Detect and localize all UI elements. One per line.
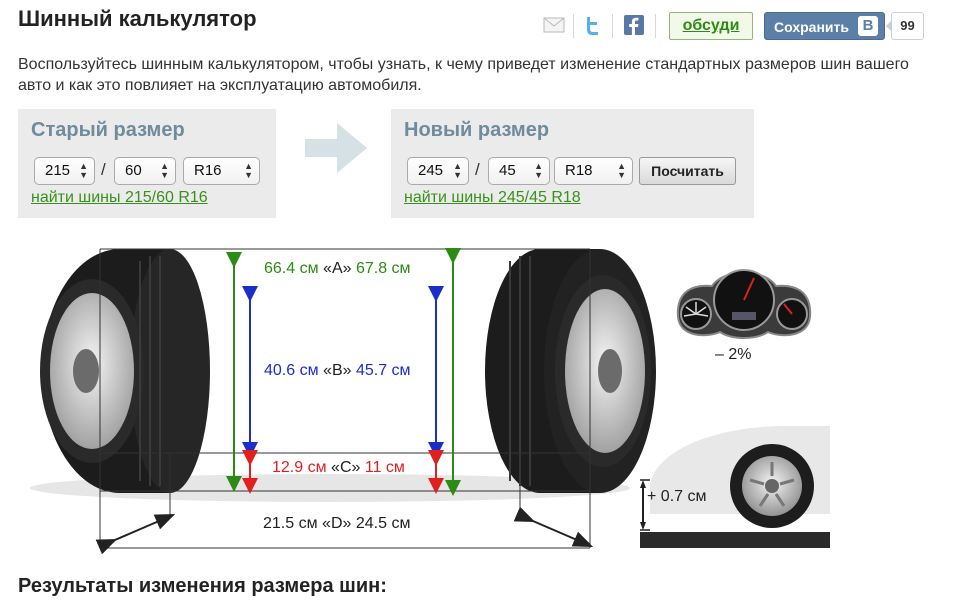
- new-profile-select[interactable]: 45 ▲ ▼: [488, 157, 550, 185]
- dimension-c-old: 12.9 см: [272, 459, 327, 476]
- old-profile-select[interactable]: 60 ▲ ▼: [114, 157, 176, 185]
- speedometer-icon: [676, 269, 812, 339]
- dimension-c-name: «C»: [331, 459, 361, 476]
- dimension-d-new: 24.5 см: [355, 515, 411, 532]
- dimension-a-old: 66.4 см: [264, 260, 319, 277]
- vk-save-button[interactable]: Сохранить В: [764, 12, 885, 40]
- car-clearance-image: [640, 426, 830, 548]
- share-divider: [655, 14, 656, 38]
- new-rim-select[interactable]: R18 ▲ ▼: [554, 157, 633, 185]
- discuss-button[interactable]: обсуди: [669, 12, 753, 40]
- right-arrow-icon: [305, 123, 367, 178]
- size-separator: /: [475, 160, 480, 179]
- share-divider: [612, 14, 613, 38]
- dimension-b-name: «B»: [323, 362, 352, 379]
- old-size-panel: Старый размер 215 ▲ ▼ / 60 ▲ ▼ R16 ▲ ▼ найт…: [18, 109, 276, 218]
- select-arrows-icon: ▲ ▼: [534, 161, 543, 180]
- old-size-heading: Старый размер: [31, 119, 185, 141]
- old-width-select[interactable]: 215 ▲ ▼: [34, 157, 95, 185]
- select-arrows-icon: ▲ ▼: [617, 161, 626, 180]
- vk-logo-icon: В: [858, 16, 878, 36]
- size-separator: /: [101, 160, 106, 179]
- vk-save-label: Сохранить: [774, 19, 849, 35]
- calculate-button[interactable]: Посчитать: [639, 157, 736, 185]
- select-arrows-icon: ▲ ▼: [453, 161, 462, 180]
- dimension-a-new: 67.8 см: [355, 260, 411, 277]
- share-divider: [573, 14, 574, 38]
- new-profile-value: 45: [499, 162, 516, 179]
- speedometer-change: – 2%: [715, 346, 752, 363]
- old-width-value: 215: [45, 162, 71, 179]
- new-width-value: 245: [418, 162, 444, 179]
- dimension-b-label: 40.6 см «B» 45.7 см: [264, 362, 411, 380]
- new-rim-value: R18: [565, 162, 593, 179]
- twitter-icon[interactable]: [584, 10, 604, 40]
- dimension-c-new: 11 см: [364, 459, 405, 476]
- dimension-b-old: 40.6 см: [264, 362, 319, 379]
- clearance-change: + 0.7 см: [647, 488, 707, 505]
- page-title: Шинный калькулятор: [18, 6, 257, 31]
- select-arrows-icon: ▲ ▼: [244, 161, 253, 180]
- dimension-d-label: 21.5 см «D» 24.5 см: [263, 515, 410, 533]
- facebook-icon[interactable]: [624, 10, 644, 40]
- old-rim-select[interactable]: R16 ▲ ▼: [183, 157, 260, 185]
- results-heading: Результаты изменения размера шин:: [18, 575, 387, 597]
- old-profile-value: 60: [125, 162, 142, 179]
- select-arrows-icon: ▲ ▼: [160, 161, 169, 180]
- select-arrows-icon: ▲ ▼: [79, 161, 88, 180]
- new-width-select[interactable]: 245 ▲ ▼: [407, 157, 469, 185]
- dimension-b-new: 45.7 см: [355, 362, 411, 379]
- dimension-d-old: 21.5 см: [263, 515, 318, 532]
- new-size-panel: Новый размер 245 ▲ ▼ / 45 ▲ ▼ R18 ▲ ▼ Посчи…: [391, 109, 754, 218]
- vk-share-count: 99: [886, 12, 924, 40]
- dimension-d-name: «D»: [322, 515, 352, 532]
- new-size-find-link[interactable]: найти шины 245/45 R18: [404, 189, 581, 207]
- new-tire-image: [485, 249, 656, 493]
- mail-icon[interactable]: [543, 10, 565, 40]
- dimension-a-name: «A»: [323, 260, 352, 277]
- old-rim-value: R16: [194, 162, 222, 179]
- old-tire-image: [40, 249, 210, 493]
- old-size-find-link[interactable]: найти шины 215/60 R16: [31, 189, 208, 207]
- intro-text: Воспользуйтесь шинным калькулятором, что…: [18, 56, 909, 94]
- dimension-c-label: 12.9 см «C» 11 см: [272, 459, 405, 477]
- new-size-heading: Новый размер: [404, 119, 550, 141]
- dimension-a-label: 66.4 см «A» 67.8 см: [264, 260, 411, 278]
